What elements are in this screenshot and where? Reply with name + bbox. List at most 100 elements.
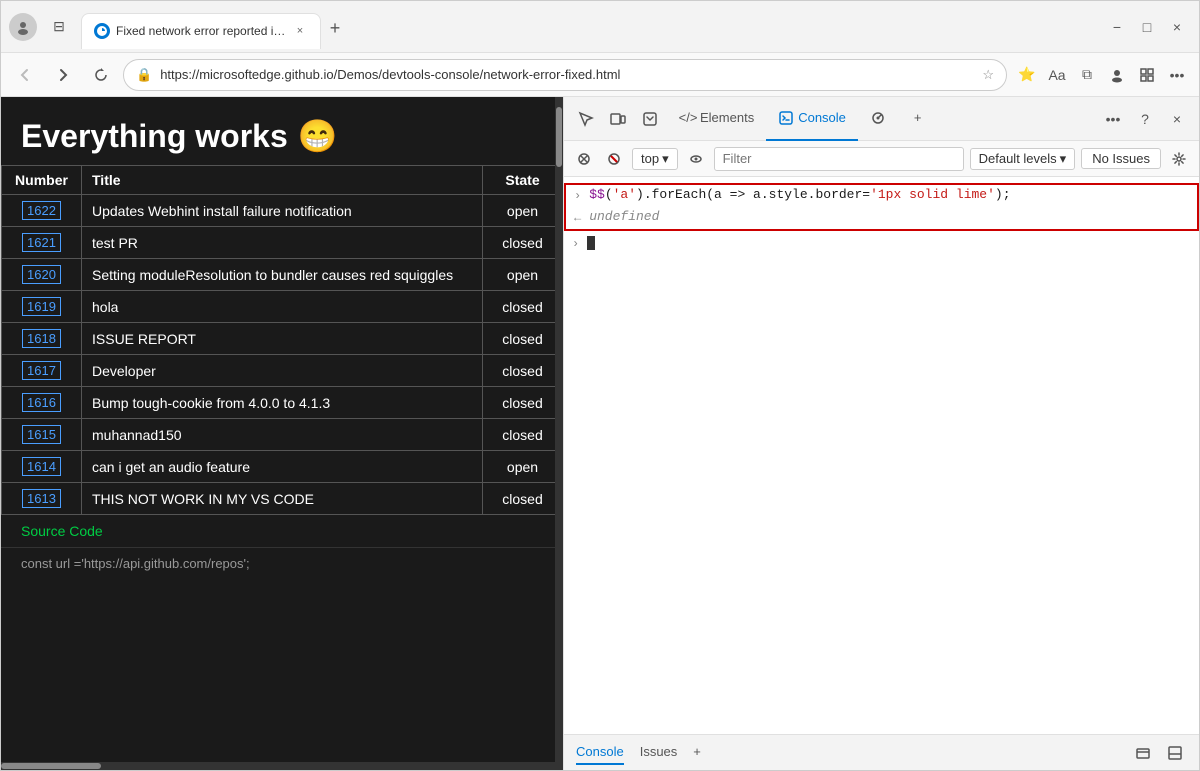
block-filter-button[interactable] (602, 147, 626, 171)
console-output: › $$('a').forEach(a => a.style.border='1… (564, 177, 1199, 734)
bottom-tab-issues[interactable]: Issues (640, 740, 678, 765)
device-toolbar-button[interactable] (604, 105, 632, 133)
issue-number[interactable]: 1616 (22, 393, 61, 412)
issue-title-cell: ISSUE REPORT (82, 323, 483, 355)
issue-state-cell: closed (483, 355, 563, 387)
favorites-button[interactable]: ⭐ (1013, 61, 1041, 89)
issue-number[interactable]: 1615 (22, 425, 61, 444)
issue-number-cell: 1621 (2, 227, 82, 259)
issue-state-cell: open (483, 259, 563, 291)
issue-title-cell: muhannad150 (82, 419, 483, 451)
console-command-box: › $$('a').forEach(a => a.style.border='1… (564, 183, 1199, 231)
issue-title-cell: Setting moduleResolution to bundler caus… (82, 259, 483, 291)
issue-number-cell: 1615 (2, 419, 82, 451)
issue-title-cell: Developer (82, 355, 483, 387)
collections-button[interactable] (1133, 61, 1161, 89)
url-bar[interactable]: 🔒 https://microsoftedge.github.io/Demos/… (123, 59, 1007, 91)
no-issues-button[interactable]: No Issues (1081, 148, 1161, 169)
page-heading: Everything works 😁 (1, 97, 563, 165)
table-row: 1613 THIS NOT WORK IN MY VS CODE closed (2, 483, 563, 515)
favorite-icon[interactable]: ☆ (982, 67, 994, 83)
tab-close-button[interactable]: × (292, 23, 308, 39)
issue-title-cell: test PR (82, 227, 483, 259)
table-row: 1621 test PR closed (2, 227, 563, 259)
restore-button[interactable]: □ (1133, 13, 1161, 41)
levels-dropdown-icon: ▾ (1060, 151, 1067, 167)
devtools-more-button[interactable]: ••• (1099, 105, 1127, 133)
table-row: 1615 muhannad150 closed (2, 419, 563, 451)
console-input-line[interactable]: › (564, 233, 1199, 253)
lock-icon: 🔒 (136, 67, 152, 83)
eye-icon[interactable] (684, 147, 708, 171)
issue-title-cell: Updates Webhint install failure notifica… (82, 195, 483, 227)
elements-tab-icon[interactable] (636, 105, 664, 133)
minimize-button[interactable]: − (1103, 13, 1131, 41)
issue-number[interactable]: 1617 (22, 361, 61, 380)
more-options-button[interactable]: ••• (1163, 61, 1191, 89)
bottom-tab-add[interactable]: + (693, 740, 701, 765)
devtools-close-button[interactable]: × (1163, 105, 1191, 133)
console-command-line: › $$('a').forEach(a => a.style.border='1… (566, 185, 1197, 207)
tab-performance[interactable] (858, 97, 902, 141)
tab-console[interactable]: Console (766, 97, 858, 141)
source-code-link[interactable]: Source Code (1, 515, 563, 547)
issue-number-cell: 1617 (2, 355, 82, 387)
issue-number-cell: 1618 (2, 323, 82, 355)
dock-button[interactable] (1163, 741, 1187, 765)
table-row: 1618 ISSUE REPORT closed (2, 323, 563, 355)
tabs-bar: Fixed network error reported in … × + (81, 5, 1095, 49)
context-label: top (641, 151, 659, 166)
sidebar-toggle-button[interactable]: ⊟ (45, 13, 73, 41)
undock-button[interactable] (1131, 741, 1155, 765)
log-levels-selector[interactable]: Default levels ▾ (970, 148, 1076, 170)
issue-number[interactable]: 1622 (22, 201, 61, 220)
horizontal-scrollbar[interactable] (1, 762, 563, 770)
address-bar: 🔒 https://microsoftedge.github.io/Demos/… (1, 53, 1199, 97)
profile-button[interactable] (1103, 61, 1131, 89)
console-command-text: $$('a').forEach(a => a.style.border='1px… (589, 187, 1010, 202)
url-text: https://microsoftedge.github.io/Demos/de… (160, 67, 974, 82)
table-row: 1614 can i get an audio feature open (2, 451, 563, 483)
forward-button[interactable] (47, 59, 79, 91)
context-selector[interactable]: top ▾ (632, 148, 678, 170)
filter-input[interactable] (714, 147, 964, 171)
issues-table: Number Title State 1622 Updates Webhint … (1, 165, 563, 515)
bottom-tab-console[interactable]: Console (576, 740, 624, 765)
issue-number[interactable]: 1614 (22, 457, 61, 476)
profile-avatar[interactable] (9, 13, 37, 41)
reading-view-button[interactable]: Aa (1043, 61, 1071, 89)
new-tab-button[interactable]: + (321, 15, 349, 43)
active-tab[interactable]: Fixed network error reported in … × (81, 13, 321, 49)
levels-label: Default levels (979, 151, 1057, 166)
h-scrollbar-thumb[interactable] (1, 763, 101, 769)
tab-elements[interactable]: </> Elements (668, 97, 766, 141)
issue-title-cell: hola (82, 291, 483, 323)
context-dropdown-icon: ▾ (662, 151, 669, 167)
tab-more[interactable]: + (902, 97, 934, 141)
issue-number[interactable]: 1619 (22, 297, 61, 316)
vertical-scrollbar[interactable] (555, 97, 563, 770)
refresh-button[interactable] (85, 59, 117, 91)
title-bar: ⊟ Fixed network error reported in … × + … (1, 1, 1199, 53)
console-icon (778, 110, 794, 126)
heading-text: Everything works (21, 118, 288, 155)
issue-number[interactable]: 1618 (22, 329, 61, 348)
command-prompt: › (574, 189, 581, 203)
issue-number-cell: 1622 (2, 195, 82, 227)
inspect-element-button[interactable] (572, 105, 600, 133)
console-settings-button[interactable] (1167, 147, 1191, 171)
close-button[interactable]: × (1163, 13, 1191, 41)
issue-number[interactable]: 1620 (22, 265, 61, 284)
v-scrollbar-thumb[interactable] (556, 107, 562, 167)
clear-console-button[interactable] (572, 147, 596, 171)
split-view-button[interactable]: ⧉ (1073, 61, 1101, 89)
devtools-bottom-right (1131, 741, 1187, 765)
table-row: 1616 Bump tough-cookie from 4.0.0 to 4.1… (2, 387, 563, 419)
issue-number[interactable]: 1621 (22, 233, 61, 252)
issue-state-cell: closed (483, 483, 563, 515)
issue-number[interactable]: 1613 (22, 489, 61, 508)
devtools-help-button[interactable]: ? (1131, 105, 1159, 133)
col-state: State (483, 166, 563, 195)
back-button[interactable] (9, 59, 41, 91)
console-toolbar: top ▾ Default levels ▾ No Issues (564, 141, 1199, 177)
